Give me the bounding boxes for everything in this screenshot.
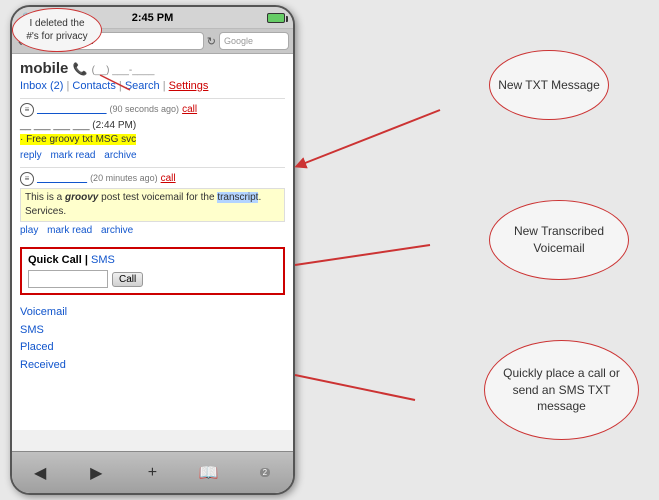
quick-call-box: Quick Call | SMS Call xyxy=(20,247,285,295)
reply-link-1[interactable]: reply xyxy=(20,150,42,161)
message-call-2[interactable]: call xyxy=(161,172,176,186)
book-toolbar-btn[interactable]: 📖 xyxy=(189,458,229,488)
transcript-highlight: transcript xyxy=(217,192,258,203)
refresh-btn[interactable]: ↻ xyxy=(207,35,216,48)
mark-read-link-2[interactable]: mark read xyxy=(47,225,92,236)
message-body-text-1: __ ___ ___ ___ (2:44 PM) xyxy=(20,120,136,131)
annotation-privacy-text: I deleted the #'s for privacy xyxy=(26,18,87,42)
bubble-txt: New TXT Message xyxy=(489,50,609,120)
quick-call-input-row: Call xyxy=(28,270,277,288)
contacts-link[interactable]: Contacts xyxy=(72,80,115,92)
page-title-text: mobile xyxy=(20,60,68,77)
voicemail-body: This is a groovy post test voicemail for… xyxy=(20,188,285,222)
battery-icon xyxy=(267,13,285,23)
message-name-1[interactable]: __ ___ ___ ___ xyxy=(37,103,107,117)
placed-link[interactable]: Placed xyxy=(20,339,285,357)
message-time-2: (20 minutes ago) xyxy=(90,172,158,185)
phone-icon: 📞 xyxy=(73,62,88,76)
page-content: mobile 📞 (__) ___-____ Inbox (2) | Conta… xyxy=(12,54,293,430)
search-placeholder: Google xyxy=(224,36,253,46)
settings-link[interactable]: Settings xyxy=(169,80,209,92)
archive-link-1[interactable]: archive xyxy=(104,150,136,161)
call-button[interactable]: Call xyxy=(112,272,143,287)
message-header-1: ≡ __ ___ ___ ___ (90 seconds ago) call xyxy=(20,103,285,117)
add-toolbar-btn[interactable]: + xyxy=(132,458,172,488)
inbox-link[interactable]: Inbox (2) xyxy=(20,80,63,92)
bubble-voicemail: New Transcribed Voicemail xyxy=(489,200,629,280)
message-call-1[interactable]: call xyxy=(182,103,197,117)
quick-call-title: Quick Call | SMS xyxy=(28,254,277,266)
bottom-toolbar: ◀ ▶ + 📖 2 xyxy=(12,451,293,493)
message-icon-1: ≡ xyxy=(20,103,34,117)
bubble-voicemail-text: New Transcribed Voicemail xyxy=(490,223,628,257)
voicemail-link[interactable]: Voicemail xyxy=(20,304,285,322)
tabs-toolbar-btn[interactable]: 2 xyxy=(245,458,285,488)
message-icon-2: ≡ xyxy=(20,172,34,186)
search-bar[interactable]: Google xyxy=(219,32,289,50)
bubble-sms-text: Quickly place a call or send an SMS TXT … xyxy=(495,365,628,415)
page-subtitle: (__) ___-____ xyxy=(92,65,155,76)
sms-nav-link[interactable]: SMS xyxy=(20,322,285,340)
phone-frame: 🔒 2:45 PM ‹ › voice./voic... ↻ Google mo… xyxy=(10,5,295,495)
message-actions-2: play mark read archive xyxy=(20,224,285,238)
bubble-sms: Quickly place a call or send an SMS TXT … xyxy=(484,340,639,440)
quick-call-label: Quick Call xyxy=(28,254,82,266)
quick-call-input[interactable] xyxy=(28,270,108,288)
page-title: mobile 📞 (__) ___-____ xyxy=(20,60,285,77)
message-name-2[interactable]: ___ ___ __ xyxy=(37,172,87,186)
nav-links: Inbox (2) | Contacts | Search | Settings xyxy=(20,80,285,92)
play-link[interactable]: play xyxy=(20,225,38,236)
message-time-1: (90 seconds ago) xyxy=(110,103,180,116)
annotation-privacy: I deleted the #'s for privacy xyxy=(12,8,102,52)
received-link[interactable]: Received xyxy=(20,357,285,375)
archive-link-2[interactable]: archive xyxy=(101,225,133,236)
message-body-1: __ ___ ___ ___ (2:44 PM) · Free groovy t… xyxy=(20,119,285,147)
message-header-2: ≡ ___ ___ __ (20 minutes ago) call xyxy=(20,172,285,186)
bottom-links: Voicemail SMS Placed Received xyxy=(20,300,285,374)
message-actions-1: reply mark read archive xyxy=(20,149,285,163)
groovy-word: groovy xyxy=(65,192,98,203)
forward-toolbar-btn[interactable]: ▶ xyxy=(76,458,116,488)
tabs-badge: 2 xyxy=(260,468,270,477)
status-time: 2:45 PM xyxy=(132,12,174,24)
search-link[interactable]: Search xyxy=(125,80,160,92)
back-toolbar-btn[interactable]: ◀ xyxy=(20,458,60,488)
message-highlight-1: · Free groovy txt MSG svc xyxy=(20,134,136,145)
message-item-1: ≡ __ ___ ___ ___ (90 seconds ago) call _… xyxy=(20,98,285,167)
message-item-2: ≡ ___ ___ __ (20 minutes ago) call This … xyxy=(20,167,285,242)
mark-read-link-1[interactable]: mark read xyxy=(50,150,95,161)
bubble-txt-text: New TXT Message xyxy=(498,77,600,94)
sms-link[interactable]: SMS xyxy=(91,254,115,266)
